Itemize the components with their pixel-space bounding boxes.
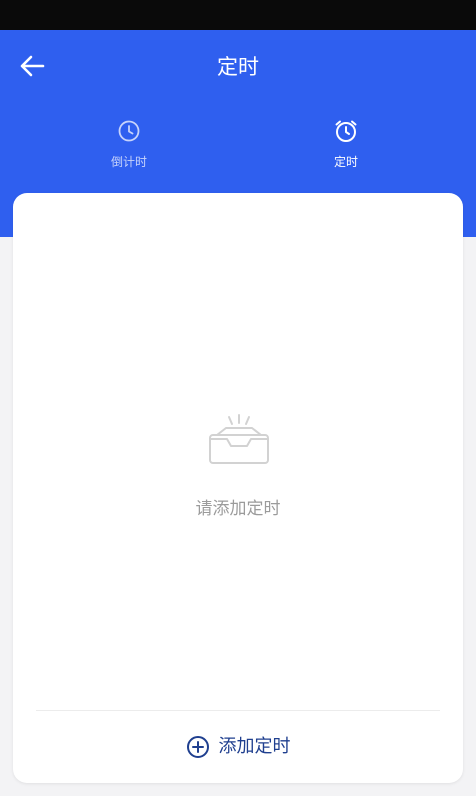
tab-timer[interactable]: 定时 — [266, 118, 426, 180]
empty-inbox-icon — [203, 413, 273, 469]
timer-list-card: 请添加定时 添加定时 — [13, 193, 463, 783]
tab-timer-label: 定时 — [333, 155, 358, 169]
add-timer-label: 添加定时 — [218, 736, 291, 757]
clock-icon — [116, 118, 142, 144]
alarm-clock-icon — [333, 118, 359, 144]
divider — [36, 710, 440, 711]
tab-countdown[interactable]: 倒计时 — [49, 118, 209, 180]
tab-countdown-label: 倒计时 — [110, 155, 147, 169]
add-timer-button[interactable]: 添加定时 — [168, 726, 308, 768]
empty-state-message: 请添加定时 — [195, 499, 281, 519]
plus-circle-icon — [186, 735, 210, 759]
empty-state: 请添加定时 — [13, 413, 463, 521]
page-title: 定时 — [217, 55, 259, 79]
status-bar — [0, 0, 476, 30]
